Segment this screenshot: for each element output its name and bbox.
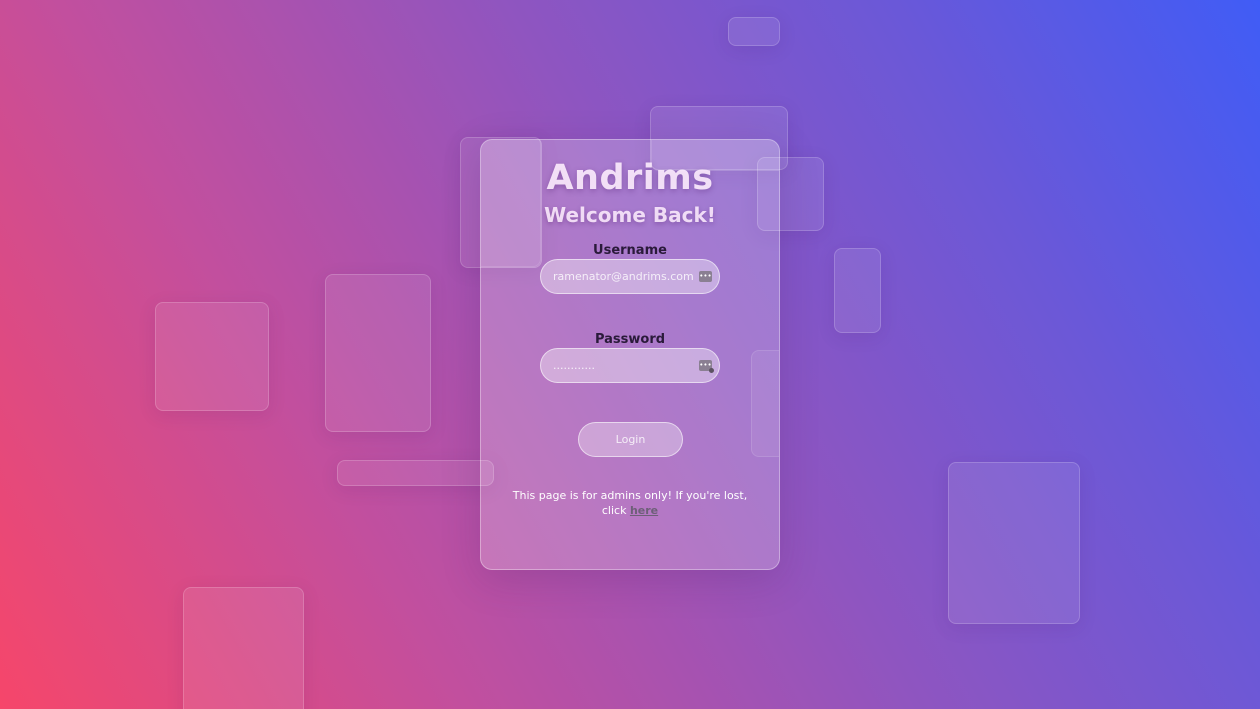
password-input[interactable] [553, 349, 693, 382]
background-panel [155, 302, 269, 411]
brand-title: Andrims [546, 158, 714, 198]
background-panel [834, 248, 881, 333]
admin-notice: This page is for admins only! If you're … [501, 488, 759, 518]
username-label: Username [593, 243, 667, 258]
username-field-wrapper: ••• [540, 259, 720, 294]
password-field-wrapper: ••• [540, 348, 720, 383]
background-panel [337, 460, 494, 486]
welcome-heading: Welcome Back! [544, 203, 716, 227]
username-input[interactable] [553, 260, 693, 293]
password-manager-key-icon[interactable]: ••• [699, 360, 714, 373]
background-panel [325, 274, 431, 432]
lost-help-link[interactable]: here [630, 504, 658, 517]
card-background-panel [751, 350, 779, 457]
login-button[interactable]: Login [578, 422, 683, 457]
password-label: Password [594, 332, 666, 347]
background-panel [728, 17, 780, 46]
background-panel [183, 587, 304, 709]
password-manager-icon[interactable]: ••• [699, 271, 712, 282]
background-panel [948, 462, 1080, 624]
login-card: Andrims Welcome Back! Username ••• Passw… [480, 139, 780, 570]
